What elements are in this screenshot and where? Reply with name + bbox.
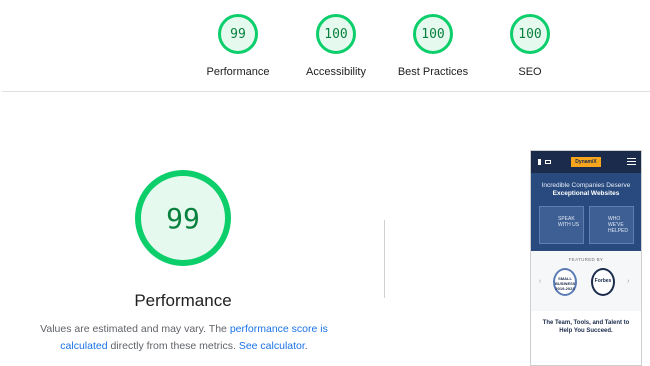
performance-title: Performance [134,291,232,310]
phone-icon [538,159,541,165]
forbes-badge: Forbes [591,268,615,296]
note-text: . [304,340,308,352]
gauge-ring: 100 [413,14,453,54]
hamburger-menu-icon [627,158,636,167]
site-tagline: The Team, Tools, and Talent to Help You … [542,320,630,334]
performance-note: Values are estimated and may vary. The p… [25,321,343,355]
gauge-label: SEO [518,66,542,78]
gauge-score: 99 [230,26,246,42]
header-divider [2,91,650,92]
gauge-score: 100 [324,26,348,42]
featured-label: FEATURED BY [568,257,604,262]
site-logo: DynamiX [571,157,601,167]
see-calculator-link[interactable]: See calculator [239,340,305,352]
gauge-performance[interactable]: 99 Performance [188,14,288,78]
final-screenshot: DynamiX Incredible Companies Deserve Exc… [530,150,642,366]
hero-card-speak: SPEAK WITH US [539,206,584,244]
site-navbar: DynamiX [531,151,641,173]
gauge-ring: 100 [510,14,550,54]
featured-section: FEATURED BY ‹ SMALL BUSINESS 2019-2023 F… [531,251,641,311]
gauge-seo[interactable]: 100 SEO [480,14,580,78]
gauge-label: Best Practices [397,66,469,78]
vertical-divider [384,220,385,298]
gauge-label: Accessibility [306,66,366,78]
performance-score: 99 [166,201,200,235]
gauge-accessibility[interactable]: 100 Accessibility [286,14,386,78]
site-hero: Incredible Companies Deserve Exceptional… [531,173,641,251]
category-gauges: 99 Performance 100 Accessibility 100 Bes… [0,0,650,92]
gauge-ring: 99 [218,14,258,54]
small-business-badge: SMALL BUSINESS 2019-2023 [553,268,577,296]
performance-gauge: 99 [135,170,231,266]
chevron-right-icon: › [627,278,630,285]
chevron-left-icon: ‹ [539,278,542,285]
gauge-ring: 100 [316,14,356,54]
note-text: directly from these metrics. [107,340,239,352]
mail-icon [545,160,551,164]
note-text: Values are estimated and may vary. The [40,323,230,335]
gauge-score: 100 [518,26,542,42]
hero-card-helped: WHO WE'VE HELPED [589,206,634,244]
gauge-best-practices[interactable]: 100 Best Practices [383,14,483,78]
gauge-label: Performance [206,66,270,78]
hero-line-2: Exceptional Websites [552,190,620,197]
gauge-score: 100 [421,26,445,42]
hero-line-1: Incredible Companies Deserve [541,182,631,189]
